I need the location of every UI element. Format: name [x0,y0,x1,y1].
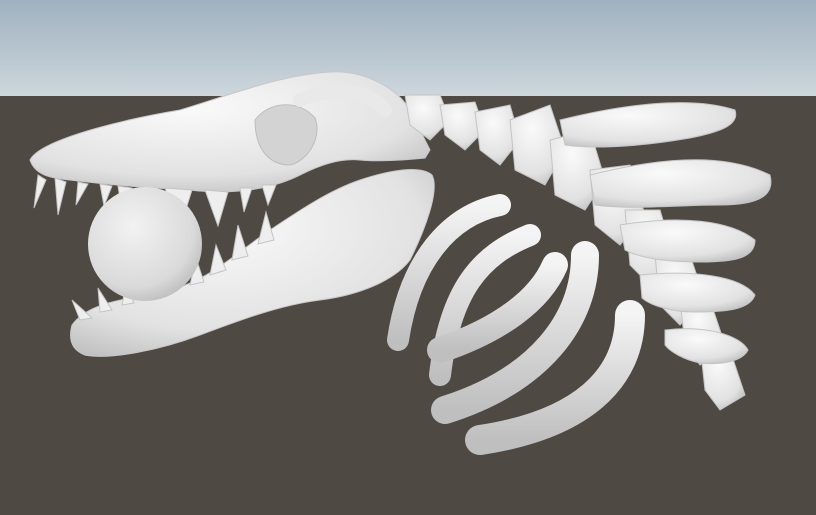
skull-cranium [29,71,431,193]
skeleton-ribcage[interactable] [387,194,645,455]
sphere[interactable] [88,187,202,301]
scene-viewport[interactable] [0,0,816,515]
scene-render [29,71,772,455]
dorsal-processes [559,102,772,365]
